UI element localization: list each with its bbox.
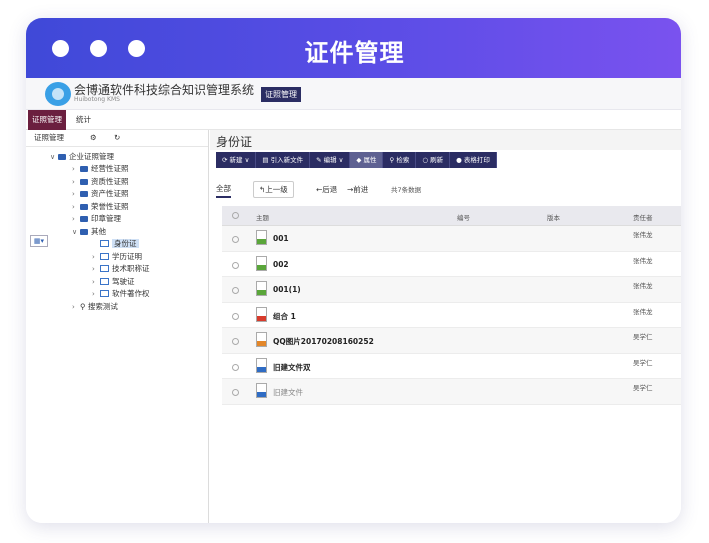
file-name[interactable]: QQ图片20170208160252 <box>273 336 374 347</box>
forward-button[interactable]: →前进 <box>347 184 368 195</box>
row-checkbox[interactable] <box>232 338 239 345</box>
tree-item[interactable]: › 学历证明 <box>92 251 142 263</box>
table-row[interactable]: 001 张伟龙 <box>222 226 681 252</box>
file-name[interactable]: 组合 1 <box>273 311 296 322</box>
table-header: 主题 编号 版本 责任者 <box>222 206 681 226</box>
refresh-icon[interactable]: ↻ <box>106 130 120 146</box>
print-icon: ● <box>456 156 464 164</box>
owner-cell: 吴学仁 <box>633 358 653 367</box>
record-count: 共7条数据 <box>391 186 422 194</box>
print-button[interactable]: ● 表格打印 <box>450 152 497 168</box>
app-header: 会博通软件科技综合知识管理系统 Huibotong KMS 证照管理 <box>26 78 681 110</box>
chevron-down-icon: ∨ <box>242 156 250 164</box>
chevron-down-icon: ∨ <box>336 156 344 164</box>
owner-cell: 张伟龙 <box>633 231 653 239</box>
edit-icon: ✎ <box>316 156 324 164</box>
row-checkbox[interactable] <box>232 287 239 294</box>
toolbar: ⟳ 新建 ∨ ▤ 引入新文件 ✎ 编辑 ∨ ◆ 属性 ⚲ 检索 ○ 刷新 ● 表… <box>216 152 497 168</box>
tree-item[interactable]: › 技术职称证 <box>92 263 150 275</box>
owner-cell: 吴学仁 <box>633 384 653 392</box>
file-type-icon <box>256 255 267 271</box>
file-type-icon <box>256 332 267 347</box>
row-checkbox[interactable] <box>232 236 239 243</box>
app-subtitle: Huibotong KMS <box>74 96 120 103</box>
tree-item[interactable]: › 资质性证照 <box>72 176 129 188</box>
row-checkbox[interactable] <box>232 389 239 396</box>
file-type-icon <box>256 306 267 322</box>
table-row[interactable]: 组合 1 张伟龙 <box>222 302 681 328</box>
sidebar-tab-license[interactable]: 证照管理 <box>26 130 64 146</box>
menu-item-license[interactable]: 证照管理 <box>28 110 66 130</box>
sidebar-tabs: 证照管理 ⚙ ↻ <box>26 130 208 147</box>
app-logo-icon <box>45 82 71 106</box>
app-window: 证件管理 会博通软件科技综合知识管理系统 Huibotong KMS 证照管理 … <box>26 18 681 523</box>
file-type-icon <box>256 383 267 398</box>
table-row[interactable]: 002 张伟龙 <box>222 251 681 277</box>
new-button[interactable]: ⟳ 新建 ∨ <box>216 152 257 168</box>
owner-cell: 吴学仁 <box>633 333 653 341</box>
window-title: 证件管理 <box>304 39 405 67</box>
column-version[interactable]: 版本 <box>547 212 560 222</box>
table-row[interactable]: QQ图片20170208160252 吴学仁 <box>222 328 681 354</box>
file-name[interactable]: 旧建文件 <box>273 387 303 398</box>
import-button[interactable]: ▤ 引入新文件 <box>256 152 311 168</box>
main-panel: 身份证 ⟳ 新建 ∨ ▤ 引入新文件 ✎ 编辑 ∨ ◆ 属性 ⚲ 检索 ○ 刷新… <box>210 130 681 523</box>
file-type-icon <box>256 357 267 373</box>
table-row[interactable]: 001(1) 张伟龙 <box>222 277 681 303</box>
select-all-checkbox[interactable] <box>232 212 239 219</box>
file-name[interactable]: 001(1) <box>273 285 301 294</box>
owner-cell: 张伟龙 <box>633 282 653 290</box>
new-icon: ⟳ <box>222 156 230 164</box>
edit-button[interactable]: ✎ 编辑 ∨ <box>310 152 351 168</box>
page-title-bar: 身份证 <box>210 130 681 150</box>
tree-item[interactable]: › 资产性证照 <box>72 188 129 200</box>
tree-item[interactable]: › 软件著作权 <box>92 288 150 300</box>
file-name[interactable]: 旧建文件双 <box>273 362 311 373</box>
back-button[interactable]: ←后退 <box>316 184 337 195</box>
column-subject[interactable]: 主题 <box>256 212 269 222</box>
refresh-icon: ○ <box>422 156 431 164</box>
tab-all[interactable]: 全部 <box>216 183 231 198</box>
tree-item-other[interactable]: ∨ 其他 <box>72 226 106 238</box>
menu-item-stats[interactable]: 统计 <box>72 110 95 130</box>
properties-button[interactable]: ◆ 属性 <box>350 152 384 168</box>
search-button[interactable]: ⚲ 检索 <box>383 152 417 168</box>
view-toggle-icon[interactable]: ▦▾ <box>30 235 48 247</box>
owner-cell: 张伟龙 <box>633 256 653 265</box>
tree-item[interactable]: › 驾驶证 <box>92 276 135 288</box>
gear-icon[interactable]: ⚙ <box>82 130 97 146</box>
search-icon: ⚲ <box>80 301 88 311</box>
file-name[interactable]: 001 <box>273 234 289 243</box>
menu-bar: 证照管理 统计 <box>26 110 681 130</box>
tree-item-search[interactable]: › ⚲ 搜索测试 <box>72 301 118 313</box>
row-checkbox[interactable] <box>232 261 239 269</box>
tree-item[interactable]: › 荣誉性证照 <box>72 201 129 213</box>
row-checkbox[interactable] <box>232 363 239 371</box>
up-level-button[interactable]: ↰上一级 <box>253 181 294 198</box>
sidebar: 证照管理 ⚙ ↻ ∨ 企业证照管理 › 经营性证照 › 资质性证照 › 资产性证照 › 荣… <box>26 130 209 523</box>
column-owner[interactable]: 责任者 <box>633 212 653 222</box>
tree-item-id-card[interactable]: 身份证 <box>92 238 139 250</box>
file-name[interactable]: 002 <box>273 260 289 269</box>
owner-cell: 张伟龙 <box>633 307 653 316</box>
table-row[interactable]: 旧建文件双 吴学仁 <box>222 353 681 379</box>
file-type-icon <box>256 230 267 245</box>
import-icon: ▤ <box>262 156 271 164</box>
table-row[interactable]: 旧建文件 吴学仁 <box>222 379 681 405</box>
tree-item[interactable]: › 印章管理 <box>72 213 121 225</box>
refresh-button[interactable]: ○ 刷新 <box>416 152 451 168</box>
file-type-icon <box>256 281 267 296</box>
tree-root[interactable]: ∨ 企业证照管理 <box>50 151 114 163</box>
tree-item[interactable]: › 经营性证照 <box>72 163 129 175</box>
module-badge[interactable]: 证照管理 <box>261 87 301 102</box>
column-number[interactable]: 编号 <box>457 212 470 222</box>
row-checkbox[interactable] <box>232 312 239 320</box>
nav-row: 全部 ↰上一级 ←后退 →前进 共7条数据 <box>216 181 681 199</box>
title-bar: 证件管理 <box>26 18 681 78</box>
page-title: 身份证 <box>216 135 253 149</box>
file-table: 主题 编号 版本 责任者 001 张伟龙 002 张伟龙 001(1) 张伟龙 组合 1 张伟… <box>222 206 681 405</box>
